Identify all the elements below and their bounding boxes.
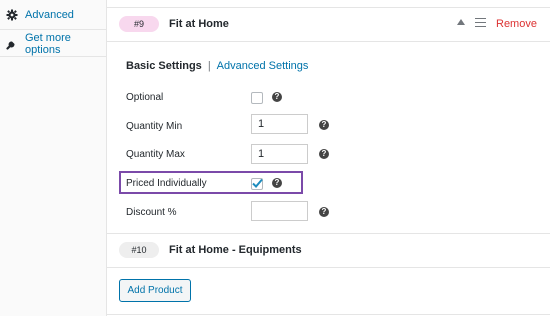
priced-individually-checkbox[interactable]: [251, 178, 263, 190]
add-product-button[interactable]: Add Product: [119, 279, 191, 302]
priced-individually-label: Priced Individually: [126, 178, 207, 189]
gear-icon: [6, 9, 18, 21]
tab-separator: |: [207, 60, 211, 72]
divider: [107, 314, 550, 315]
help-icon[interactable]: ?: [319, 120, 329, 130]
quantity-min-label: Quantity Min: [126, 121, 183, 132]
settings-tabs: Basic Settings | Advanced Settings: [126, 59, 308, 73]
quantity-max-label: Quantity Max: [126, 149, 185, 160]
sidebar-item-label: Get more options: [25, 31, 71, 56]
product-list: #9 Fit at Home Remove Basic Settings | Adv…: [107, 0, 550, 316]
discount-label: Discount %: [126, 207, 177, 218]
drag-handle-icon[interactable]: [475, 18, 486, 28]
collapse-arrow-icon[interactable]: [457, 19, 465, 25]
help-icon[interactable]: ?: [319, 207, 329, 217]
divider: [0, 56, 107, 57]
sidebar-item-advanced[interactable]: Advanced: [0, 1, 107, 29]
product-card-header[interactable]: #10 Fit at Home - Equipments: [107, 234, 550, 268]
tab-basic-settings[interactable]: Basic Settings: [126, 60, 202, 72]
product-settings-panel: Basic Settings | Advanced Settings Optiona…: [107, 42, 550, 234]
product-number-badge: #9: [119, 16, 159, 32]
product-title: Fit at Home: [169, 18, 229, 30]
optional-label: Optional: [126, 92, 164, 103]
discount-input[interactable]: [251, 201, 308, 221]
tab-advanced-settings[interactable]: Advanced Settings: [217, 60, 309, 72]
product-title: Fit at Home - Equipments: [169, 244, 302, 256]
sidebar: Advanced Get more options: [0, 0, 107, 316]
wrench-icon: [6, 38, 18, 50]
sidebar-item-get-more-options[interactable]: Get more options: [0, 29, 107, 57]
remove-link[interactable]: Remove: [496, 16, 537, 32]
help-icon[interactable]: ?: [272, 178, 282, 188]
product-card-header[interactable]: #9 Fit at Home Remove: [107, 8, 550, 42]
optional-checkbox[interactable]: [251, 92, 263, 104]
quantity-max-input[interactable]: 1: [251, 144, 308, 164]
checkmark-icon: [252, 178, 263, 188]
quantity-min-input[interactable]: 1: [251, 114, 308, 134]
product-number-badge: #10: [119, 242, 159, 258]
help-icon[interactable]: ?: [272, 92, 282, 102]
help-icon[interactable]: ?: [319, 149, 329, 159]
sidebar-item-label: Advanced: [25, 9, 74, 21]
